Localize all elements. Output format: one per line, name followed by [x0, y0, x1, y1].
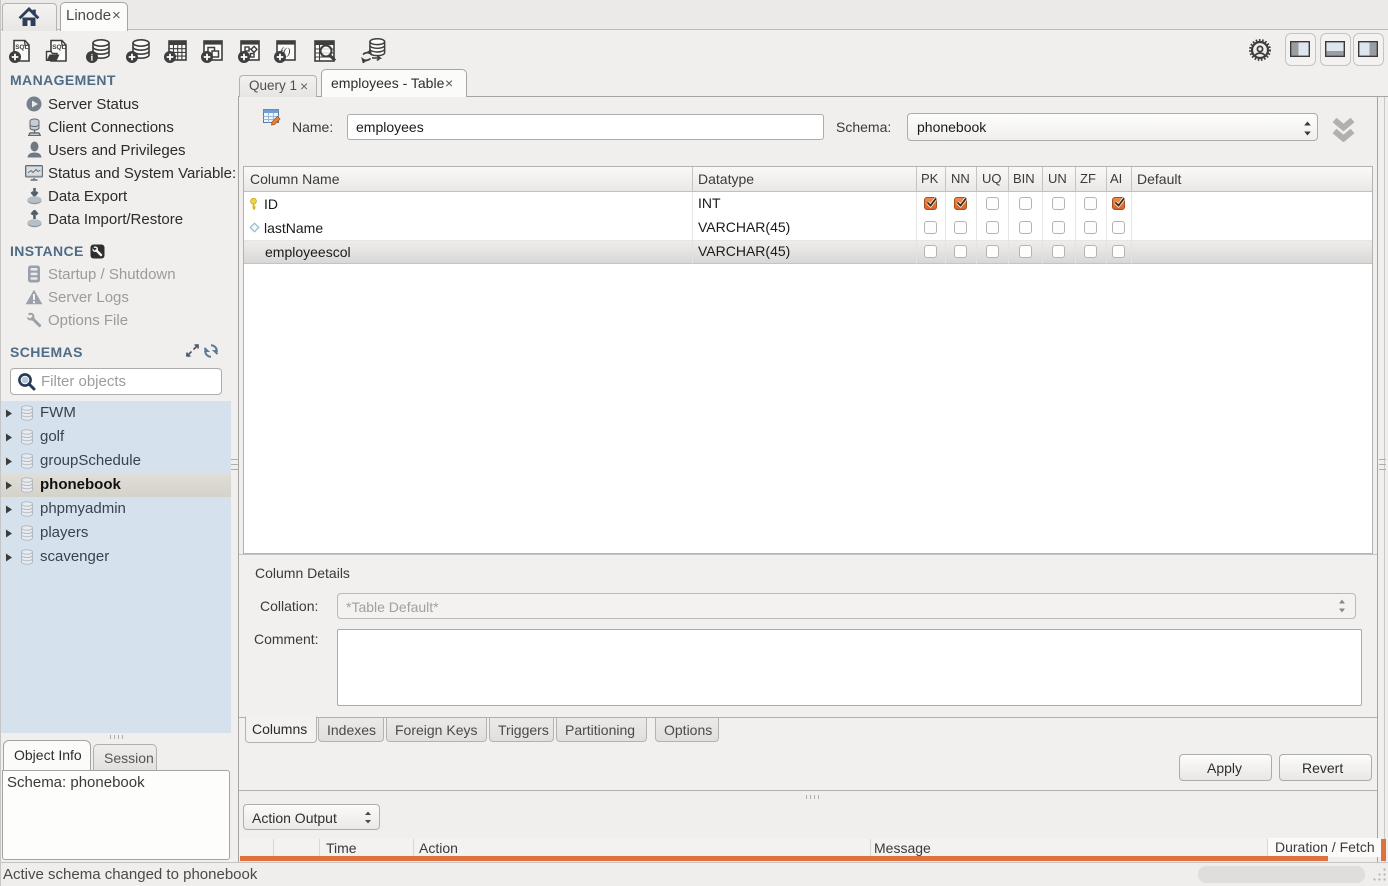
svg-text:SQL: SQL [15, 44, 28, 51]
svg-text:SQL: SQL [52, 44, 65, 51]
